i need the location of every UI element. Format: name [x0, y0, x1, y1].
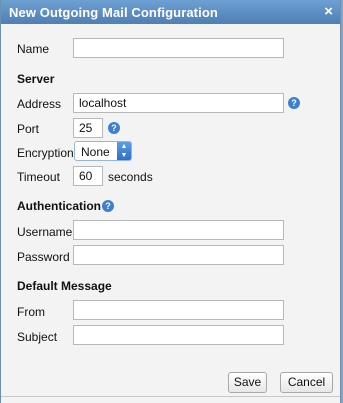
- address-help-icon[interactable]: ?: [288, 97, 300, 109]
- username-label: Username: [17, 225, 73, 239]
- from-label: From: [17, 305, 45, 319]
- subject-label: Subject: [17, 330, 58, 344]
- close-icon[interactable]: ×: [324, 3, 333, 21]
- address-label: Address: [17, 97, 62, 111]
- port-input[interactable]: [73, 118, 103, 138]
- password-input[interactable]: [73, 245, 284, 265]
- timeout-unit: seconds: [108, 170, 153, 184]
- port-help-icon[interactable]: ?: [108, 122, 120, 134]
- save-button[interactable]: Save: [228, 372, 267, 393]
- server-section-heading: Server: [17, 72, 55, 86]
- encryption-value: None: [81, 145, 110, 159]
- port-label: Port: [17, 122, 40, 136]
- mail-config-dialog: New Outgoing Mail Configuration × Name S…: [0, 0, 341, 403]
- address-input[interactable]: [73, 93, 284, 113]
- password-label: Password: [17, 250, 70, 264]
- subject-input[interactable]: [73, 325, 284, 345]
- name-label: Name: [17, 42, 50, 56]
- timeout-input[interactable]: [73, 166, 103, 186]
- from-input[interactable]: [73, 300, 284, 320]
- dialog-title: New Outgoing Mail Configuration: [9, 5, 218, 20]
- encryption-label: Encryption: [17, 146, 74, 160]
- default-message-section-heading: Default Message: [17, 279, 112, 293]
- authentication-section-heading: Authentication: [17, 199, 101, 213]
- cancel-button[interactable]: Cancel: [280, 372, 333, 393]
- encryption-select[interactable]: None ▲ ▼: [74, 141, 132, 161]
- name-input[interactable]: [73, 38, 284, 58]
- dialog-bottom-divider: [1, 396, 340, 397]
- timeout-label: Timeout: [17, 170, 60, 184]
- select-arrows-icon: ▲ ▼: [117, 142, 131, 160]
- dialog-titlebar: New Outgoing Mail Configuration ×: [1, 0, 340, 24]
- username-input[interactable]: [73, 220, 284, 240]
- authentication-help-icon[interactable]: ?: [102, 200, 114, 212]
